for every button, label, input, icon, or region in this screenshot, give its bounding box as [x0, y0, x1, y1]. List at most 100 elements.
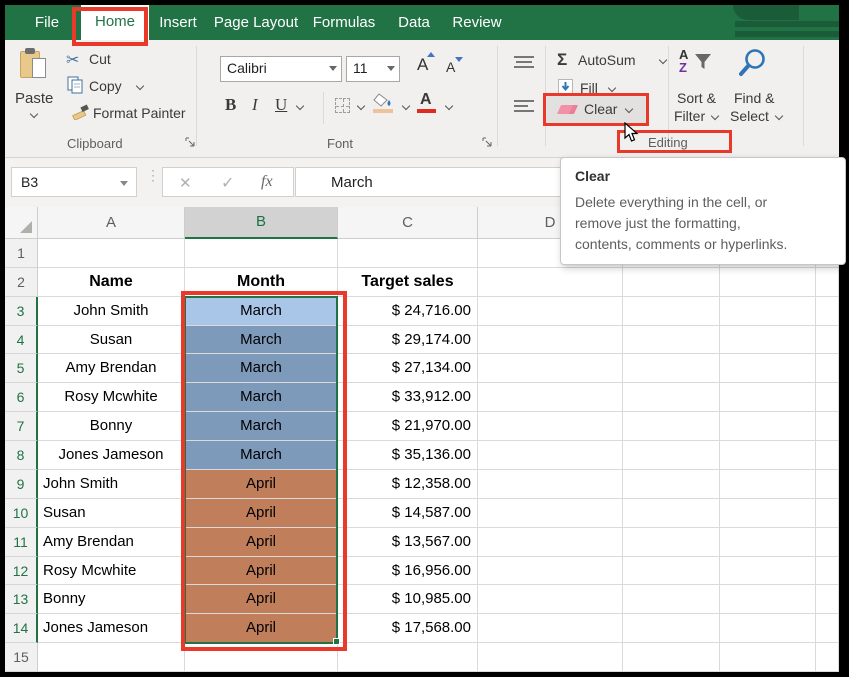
cell-x6[interactable] — [816, 383, 839, 412]
italic-button[interactable]: I — [252, 95, 258, 115]
cell-A6[interactable]: Rosy Mcwhite — [38, 383, 185, 412]
cell-A15[interactable] — [38, 643, 185, 672]
cancel-button[interactable]: ✕ — [179, 174, 192, 192]
cell-C1[interactable] — [338, 239, 478, 268]
cell-B13[interactable]: April — [185, 585, 338, 614]
selection-fill-handle[interactable] — [333, 638, 340, 645]
row-header-1[interactable]: 1 — [5, 239, 38, 268]
cell-E3[interactable] — [623, 297, 720, 326]
cell-B9[interactable]: April — [185, 470, 338, 499]
col-header-A[interactable]: A — [38, 207, 185, 239]
cell-C8[interactable]: $ 35,136.00 — [338, 441, 478, 470]
cell-F2[interactable] — [720, 268, 816, 297]
cell-x7[interactable] — [816, 412, 839, 441]
cell-B3[interactable]: March — [185, 297, 338, 326]
name-box[interactable]: B3 — [11, 167, 137, 197]
cell-A4[interactable]: Susan — [38, 326, 185, 355]
row-header-12[interactable]: 12 — [5, 557, 38, 586]
row-header-2[interactable]: 2 — [5, 268, 38, 297]
cell-A3[interactable]: John Smith — [38, 297, 185, 326]
cell-D4[interactable] — [478, 326, 623, 355]
cell-C6[interactable]: $ 33,912.00 — [338, 383, 478, 412]
underline-button[interactable]: U — [275, 95, 287, 115]
cell-A8[interactable]: Jones Jameson — [38, 441, 185, 470]
cell-x5[interactable] — [816, 354, 839, 383]
cell-E12[interactable] — [623, 557, 720, 586]
cell-x14[interactable] — [816, 614, 839, 643]
cell-C5[interactable]: $ 27,134.00 — [338, 354, 478, 383]
cell-D8[interactable] — [478, 441, 623, 470]
cell-x9[interactable] — [816, 470, 839, 499]
align-left-icon[interactable] — [513, 99, 535, 113]
cell-B1[interactable] — [185, 239, 338, 268]
formula-bar-grip-icon[interactable]: ⋮ — [146, 172, 160, 179]
tab-insert[interactable]: Insert — [155, 5, 201, 40]
cell-C15[interactable] — [338, 643, 478, 672]
row-header-14[interactable]: 14 — [5, 614, 38, 643]
cell-D11[interactable] — [478, 528, 623, 557]
cell-x8[interactable] — [816, 441, 839, 470]
cell-B14[interactable]: April — [185, 614, 338, 643]
insert-function-button[interactable]: fx — [261, 173, 273, 191]
cell-E10[interactable] — [623, 499, 720, 528]
cell-F14[interactable] — [720, 614, 816, 643]
cell-C12[interactable]: $ 16,956.00 — [338, 557, 478, 586]
cell-C2[interactable]: Target sales — [338, 268, 478, 297]
cell-x3[interactable] — [816, 297, 839, 326]
row-header-7[interactable]: 7 — [5, 412, 38, 441]
cell-A14[interactable]: Jones Jameson — [38, 614, 185, 643]
cell-B6[interactable]: March — [185, 383, 338, 412]
align-center-icon[interactable] — [513, 55, 535, 69]
cell-A1[interactable] — [38, 239, 185, 268]
cell-E5[interactable] — [623, 354, 720, 383]
row-header-10[interactable]: 10 — [5, 499, 38, 528]
cell-E8[interactable] — [623, 441, 720, 470]
cell-F15[interactable] — [720, 643, 816, 672]
cell-F3[interactable] — [720, 297, 816, 326]
cell-A13[interactable]: Bonny — [38, 585, 185, 614]
cell-B10[interactable]: April — [185, 499, 338, 528]
row-header-13[interactable]: 13 — [5, 585, 38, 614]
tab-data[interactable]: Data — [393, 5, 435, 40]
cell-B12[interactable]: April — [185, 557, 338, 586]
cell-D3[interactable] — [478, 297, 623, 326]
clear-button[interactable]: Clear — [546, 96, 646, 123]
select-all-button[interactable] — [5, 207, 38, 239]
cell-x11[interactable] — [816, 528, 839, 557]
cell-B11[interactable]: April — [185, 528, 338, 557]
cell-C7[interactable]: $ 21,970.00 — [338, 412, 478, 441]
cell-B8[interactable]: March — [185, 441, 338, 470]
cell-D7[interactable] — [478, 412, 623, 441]
cell-A2[interactable]: Name — [38, 268, 185, 297]
tab-formulas[interactable]: Formulas — [310, 5, 378, 40]
cell-x12[interactable] — [816, 557, 839, 586]
cell-F13[interactable] — [720, 585, 816, 614]
cell-A5[interactable]: Amy Brendan — [38, 354, 185, 383]
cell-F6[interactable] — [720, 383, 816, 412]
cell-F12[interactable] — [720, 557, 816, 586]
cell-x4[interactable] — [816, 326, 839, 355]
cell-E15[interactable] — [623, 643, 720, 672]
cell-D9[interactable] — [478, 470, 623, 499]
cell-E14[interactable] — [623, 614, 720, 643]
cell-D10[interactable] — [478, 499, 623, 528]
cell-D12[interactable] — [478, 557, 623, 586]
cell-E2[interactable] — [623, 268, 720, 297]
cell-C10[interactable]: $ 14,587.00 — [338, 499, 478, 528]
cell-F4[interactable] — [720, 326, 816, 355]
bold-button[interactable]: B — [225, 95, 236, 115]
cell-x13[interactable] — [816, 585, 839, 614]
cell-E6[interactable] — [623, 383, 720, 412]
cell-E7[interactable] — [623, 412, 720, 441]
cell-A7[interactable]: Bonny — [38, 412, 185, 441]
row-header-15[interactable]: 15 — [5, 643, 38, 672]
cell-C13[interactable]: $ 10,985.00 — [338, 585, 478, 614]
tab-review[interactable]: Review — [449, 5, 505, 40]
cell-A12[interactable]: Rosy Mcwhite — [38, 557, 185, 586]
font-dialog-launcher-icon[interactable] — [482, 137, 493, 148]
cell-D5[interactable] — [478, 354, 623, 383]
cell-x15[interactable] — [816, 643, 839, 672]
cell-D6[interactable] — [478, 383, 623, 412]
cell-x10[interactable] — [816, 499, 839, 528]
cell-E13[interactable] — [623, 585, 720, 614]
